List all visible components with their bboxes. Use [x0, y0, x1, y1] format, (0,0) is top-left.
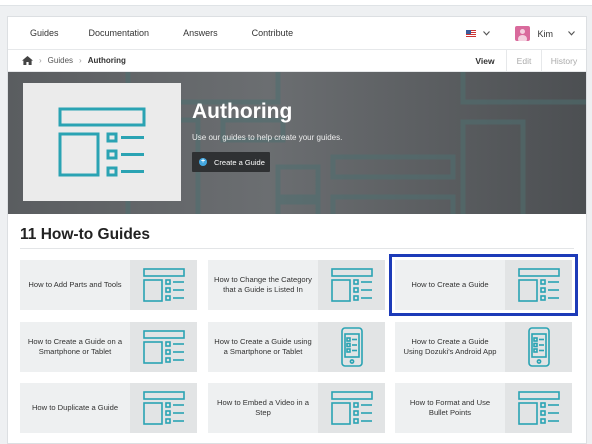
top-nav: Guides Documentation Answers Contribute … — [8, 17, 586, 50]
guide-card[interactable]: How to Embed a Video in a Step — [208, 383, 385, 433]
guide-layout-icon — [330, 268, 373, 302]
guide-card-title: How to Create a Guide using a Smartphone… — [214, 337, 312, 356]
guide-card[interactable]: How to Create a Guide on a Smartphone or… — [20, 322, 197, 372]
tab-view[interactable]: View — [464, 50, 506, 71]
guide-card[interactable]: How to Create a Guide Using Dozuki's And… — [395, 322, 572, 372]
breadcrumb: › Guides › Authoring View Edit History — [8, 50, 586, 72]
guide-card-thumbnail — [130, 322, 197, 372]
nav-contribute[interactable]: Contribute — [252, 28, 294, 38]
guide-layout-icon — [517, 391, 560, 425]
guide-layout-icon — [517, 268, 560, 302]
category-hero: Authoring Use our guides to help create … — [8, 72, 586, 214]
guide-layout-icon — [142, 391, 185, 425]
guide-layout-icon — [58, 107, 146, 177]
guide-card[interactable]: How to Format and Use Bullet Points — [395, 383, 572, 433]
home-icon[interactable] — [22, 56, 33, 65]
guide-card-thumbnail — [318, 260, 385, 310]
guide-card[interactable]: How to Create a Guide using a Smartphone… — [208, 322, 385, 372]
nav-right: Kim — [465, 17, 577, 50]
create-guide-button[interactable]: + Create a Guide — [192, 152, 270, 172]
guide-card-title: How to Embed a Video in a Step — [217, 398, 309, 417]
guide-card-thumbnail — [505, 260, 572, 310]
nav-guides[interactable]: Guides — [30, 28, 59, 38]
language-selector[interactable] — [465, 29, 491, 38]
chevron-down-icon — [567, 29, 576, 38]
view-tabs: View Edit History — [464, 50, 586, 71]
guide-card-title: How to Add Parts and Tools — [28, 280, 122, 289]
breadcrumb-separator: › — [39, 56, 42, 65]
page-subtitle: Use our guides to help create your guide… — [192, 133, 343, 142]
nav-answers[interactable]: Answers — [183, 28, 218, 38]
avatar — [514, 26, 530, 41]
create-guide-label: Create a Guide — [214, 157, 265, 167]
tab-edit[interactable]: Edit — [506, 50, 541, 71]
guide-layout-icon — [142, 330, 185, 364]
guide-card-title: How to Create a Guide Using Dozuki's And… — [403, 337, 497, 356]
guide-card-thumbnail — [505, 322, 572, 372]
window-top-edge — [0, 0, 592, 6]
us-flag-icon — [465, 30, 476, 37]
guide-card-title: How to Change the Category that a Guide … — [214, 275, 312, 294]
nav-documentation[interactable]: Documentation — [89, 28, 150, 38]
guide-card-title: How to Duplicate a Guide — [31, 403, 119, 412]
plus-icon: + — [199, 158, 207, 166]
guide-card-thumbnail — [130, 260, 197, 310]
hero-image — [23, 83, 181, 201]
guide-card-title: How to Create a Guide on a Smartphone or… — [27, 337, 123, 356]
tab-history[interactable]: History — [541, 50, 586, 71]
breadcrumb-authoring: Authoring — [87, 56, 126, 65]
guide-card-title: How to Format and Use Bullet Points — [409, 398, 491, 417]
phone-icon — [340, 327, 363, 367]
guide-card-thumbnail — [318, 383, 385, 433]
guide-card-title: How to Create a Guide — [411, 280, 489, 289]
phone-icon — [527, 327, 550, 367]
guide-card[interactable]: How to Create a Guide — [389, 254, 578, 316]
guide-layout-icon — [142, 268, 185, 302]
guide-card-thumbnail — [505, 383, 572, 433]
user-name: Kim — [537, 28, 554, 39]
guide-layout-icon — [330, 391, 373, 425]
breadcrumb-separator: › — [79, 56, 82, 65]
guide-card[interactable]: How to Duplicate a Guide — [20, 383, 197, 433]
guide-card[interactable]: How to Add Parts and Tools — [20, 260, 197, 310]
user-menu[interactable]: Kim — [514, 26, 577, 41]
chevron-down-icon — [482, 29, 491, 38]
guide-card-thumbnail — [318, 322, 385, 372]
page-title: Authoring — [192, 100, 293, 123]
breadcrumb-guides[interactable]: Guides — [48, 56, 73, 65]
guides-count-heading: 11 How-to Guides — [20, 226, 151, 243]
guide-card[interactable]: How to Change the Category that a Guide … — [208, 260, 385, 310]
guide-card-thumbnail — [130, 383, 197, 433]
section-divider — [20, 248, 574, 249]
